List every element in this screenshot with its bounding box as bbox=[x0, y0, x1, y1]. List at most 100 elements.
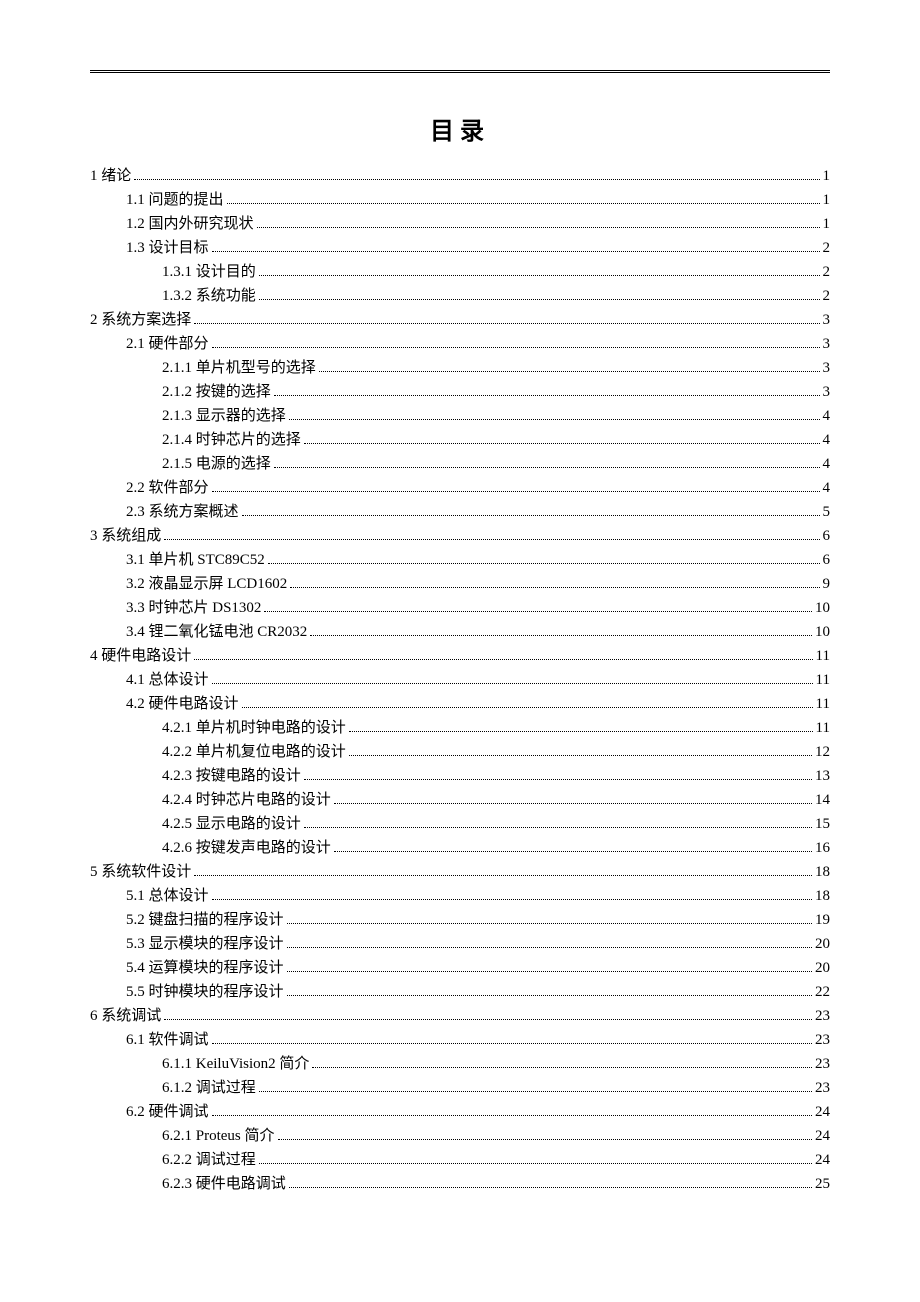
toc-leader-dots bbox=[334, 851, 812, 852]
toc-entry-label: 2.3 系统方案概述 bbox=[126, 500, 239, 524]
toc-entry-page: 19 bbox=[815, 908, 830, 932]
toc-entry-label: 2.1 硬件部分 bbox=[126, 332, 209, 356]
toc-entry-label: 5 系统软件设计 bbox=[90, 860, 191, 884]
toc-entry-page: 11 bbox=[816, 692, 830, 716]
toc-entry[interactable]: 5.3 显示模块的程序设计20 bbox=[90, 932, 830, 956]
toc-list: 1 绪论11.1 问题的提出11.2 国内外研究现状11.3 设计目标21.3.… bbox=[90, 164, 830, 1196]
toc-entry[interactable]: 6.1.1 KeiluVision2 简介23 bbox=[90, 1052, 830, 1076]
toc-entry[interactable]: 1.3 设计目标2 bbox=[90, 236, 830, 260]
toc-entry-label: 6.2.2 调试过程 bbox=[162, 1148, 256, 1172]
toc-entry[interactable]: 2.1.3 显示器的选择4 bbox=[90, 404, 830, 428]
toc-entry-label: 5.4 运算模块的程序设计 bbox=[126, 956, 284, 980]
toc-leader-dots bbox=[312, 1067, 812, 1068]
toc-leader-dots bbox=[287, 971, 812, 972]
toc-entry[interactable]: 6.1.2 调试过程23 bbox=[90, 1076, 830, 1100]
toc-entry-page: 20 bbox=[815, 932, 830, 956]
toc-entry-page: 2 bbox=[823, 260, 831, 284]
toc-entry[interactable]: 2.1.2 按键的选择3 bbox=[90, 380, 830, 404]
toc-entry[interactable]: 2.2 软件部分4 bbox=[90, 476, 830, 500]
toc-entry[interactable]: 1.3.1 设计目的 2 bbox=[90, 260, 830, 284]
toc-entry-label: 2.1.2 按键的选择 bbox=[162, 380, 271, 404]
toc-entry-label: 6.1 软件调试 bbox=[126, 1028, 209, 1052]
toc-entry[interactable]: 6.2.3 硬件电路调试 25 bbox=[90, 1172, 830, 1196]
page-header-rule bbox=[90, 70, 830, 73]
toc-entry-label: 4.2 硬件电路设计 bbox=[126, 692, 239, 716]
toc-entry[interactable]: 4.2.6 按键发声电路的设计16 bbox=[90, 836, 830, 860]
toc-entry[interactable]: 4.2 硬件电路设计 11 bbox=[90, 692, 830, 716]
toc-entry[interactable]: 5.1 总体设计18 bbox=[90, 884, 830, 908]
toc-entry-label: 2.2 软件部分 bbox=[126, 476, 209, 500]
toc-entry-label: 3.2 液晶显示屏 LCD1602 bbox=[126, 572, 287, 596]
toc-entry-page: 3 bbox=[823, 356, 831, 380]
toc-leader-dots bbox=[257, 227, 820, 228]
document-page: 目录 1 绪论11.1 问题的提出11.2 国内外研究现状11.3 设计目标21… bbox=[0, 0, 920, 1236]
toc-entry[interactable]: 5.5 时钟模块的程序设计22 bbox=[90, 980, 830, 1004]
toc-entry[interactable]: 6 系统调试23 bbox=[90, 1004, 830, 1028]
toc-entry[interactable]: 6.2.1 Proteus 简介24 bbox=[90, 1124, 830, 1148]
toc-entry[interactable]: 5.4 运算模块的程序设计 20 bbox=[90, 956, 830, 980]
toc-entry-page: 6 bbox=[823, 548, 831, 572]
toc-entry[interactable]: 2.1.1 单片机型号的选择 3 bbox=[90, 356, 830, 380]
toc-entry-page: 3 bbox=[823, 308, 831, 332]
toc-entry-label: 3.4 锂二氧化锰电池 CR2032 bbox=[126, 620, 307, 644]
toc-entry[interactable]: 6.1 软件调试 23 bbox=[90, 1028, 830, 1052]
toc-entry[interactable]: 3.3 时钟芯片 DS130210 bbox=[90, 596, 830, 620]
toc-entry-label: 6.2.3 硬件电路调试 bbox=[162, 1172, 286, 1196]
toc-entry-page: 25 bbox=[815, 1172, 830, 1196]
toc-entry-page: 24 bbox=[815, 1100, 830, 1124]
toc-leader-dots bbox=[212, 347, 820, 348]
toc-entry-label: 6.2.1 Proteus 简介 bbox=[162, 1124, 275, 1148]
toc-entry[interactable]: 3.2 液晶显示屏 LCD16029 bbox=[90, 572, 830, 596]
toc-entry[interactable]: 4.2.1 单片机时钟电路的设计11 bbox=[90, 716, 830, 740]
toc-entry-page: 12 bbox=[815, 740, 830, 764]
toc-leader-dots bbox=[290, 587, 819, 588]
toc-entry-label: 2.1.4 时钟芯片的选择 bbox=[162, 428, 301, 452]
toc-entry[interactable]: 2.3 系统方案概述5 bbox=[90, 500, 830, 524]
toc-entry[interactable]: 4.2.2 单片机复位电路的设计12 bbox=[90, 740, 830, 764]
toc-entry[interactable]: 6.2 硬件调试24 bbox=[90, 1100, 830, 1124]
toc-entry[interactable]: 4.2.4 时钟芯片电路的设计14 bbox=[90, 788, 830, 812]
toc-leader-dots bbox=[334, 803, 812, 804]
toc-entry-page: 22 bbox=[815, 980, 830, 1004]
toc-leader-dots bbox=[212, 1115, 812, 1116]
toc-entry[interactable]: 2.1.5 电源的选择4 bbox=[90, 452, 830, 476]
toc-leader-dots bbox=[194, 875, 812, 876]
toc-entry[interactable]: 4.2.5 显示电路的设计15 bbox=[90, 812, 830, 836]
toc-entry[interactable]: 2.1 硬件部分3 bbox=[90, 332, 830, 356]
toc-entry[interactable]: 1.1 问题的提出1 bbox=[90, 188, 830, 212]
toc-entry-label: 4.2.1 单片机时钟电路的设计 bbox=[162, 716, 346, 740]
toc-entry-label: 1.3.1 设计目的 bbox=[162, 260, 256, 284]
toc-leader-dots bbox=[259, 1163, 812, 1164]
toc-entry[interactable]: 4.2.3 按键电路的设计13 bbox=[90, 764, 830, 788]
toc-entry[interactable]: 1.2 国内外研究现状1 bbox=[90, 212, 830, 236]
toc-leader-dots bbox=[287, 995, 812, 996]
toc-entry-label: 2.1.1 单片机型号的选择 bbox=[162, 356, 316, 380]
toc-leader-dots bbox=[274, 395, 820, 396]
toc-entry[interactable]: 5 系统软件设计18 bbox=[90, 860, 830, 884]
toc-entry[interactable]: 3.4 锂二氧化锰电池 CR2032 10 bbox=[90, 620, 830, 644]
toc-leader-dots bbox=[287, 923, 812, 924]
toc-entry-page: 1 bbox=[823, 212, 831, 236]
toc-entry[interactable]: 2 系统方案选择3 bbox=[90, 308, 830, 332]
toc-entry-page: 10 bbox=[815, 620, 830, 644]
toc-entry-label: 4.2.4 时钟芯片电路的设计 bbox=[162, 788, 331, 812]
toc-entry[interactable]: 5.2 键盘扫描的程序设计19 bbox=[90, 908, 830, 932]
toc-leader-dots bbox=[259, 1091, 812, 1092]
toc-entry[interactable]: 1.3.2 系统功能2 bbox=[90, 284, 830, 308]
toc-entry[interactable]: 4.1 总体设计11 bbox=[90, 668, 830, 692]
toc-leader-dots bbox=[304, 443, 820, 444]
toc-entry[interactable]: 2.1.4 时钟芯片的选择4 bbox=[90, 428, 830, 452]
toc-leader-dots bbox=[212, 491, 820, 492]
toc-entry-page: 24 bbox=[815, 1148, 830, 1172]
toc-entry[interactable]: 3.1 单片机 STC89C526 bbox=[90, 548, 830, 572]
toc-entry[interactable]: 1 绪论1 bbox=[90, 164, 830, 188]
toc-leader-dots bbox=[194, 659, 812, 660]
toc-entry-label: 4.2.3 按键电路的设计 bbox=[162, 764, 301, 788]
toc-entry-page: 20 bbox=[815, 956, 830, 980]
toc-leader-dots bbox=[349, 755, 812, 756]
toc-entry[interactable]: 3 系统组成6 bbox=[90, 524, 830, 548]
toc-entry-page: 16 bbox=[815, 836, 830, 860]
toc-entry-page: 23 bbox=[815, 1028, 830, 1052]
toc-entry[interactable]: 6.2.2 调试过程 24 bbox=[90, 1148, 830, 1172]
toc-entry[interactable]: 4 硬件电路设计11 bbox=[90, 644, 830, 668]
